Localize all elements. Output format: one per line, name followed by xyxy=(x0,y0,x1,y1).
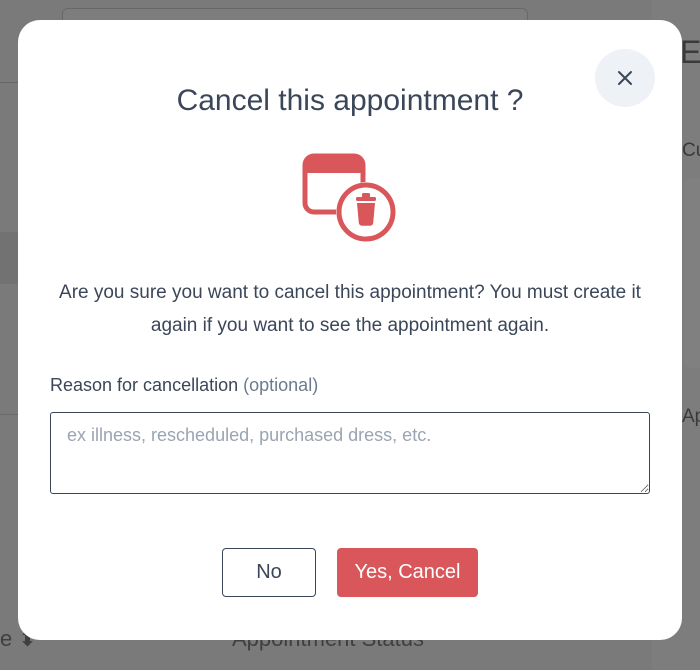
reason-label-text: Reason for cancellation xyxy=(50,375,239,395)
dialog-title: Cancel this appointment ? xyxy=(176,84,524,117)
background-panel-section-label: Ap xyxy=(682,406,700,427)
close-icon xyxy=(618,71,632,85)
reason-label: Reason for cancellation (optional) xyxy=(50,375,318,396)
calendar-trash-icon xyxy=(302,153,396,242)
no-button[interactable]: No xyxy=(222,548,316,597)
close-button[interactable] xyxy=(595,49,655,107)
reason-input[interactable] xyxy=(50,412,650,494)
background-panel-title: Ec xyxy=(680,34,700,70)
background-panel-section-label: Cu xyxy=(682,140,700,161)
reason-optional-hint: (optional) xyxy=(243,375,319,395)
confirmation-message: Are you sure you want to cancel this app… xyxy=(59,282,641,336)
background-panel-card xyxy=(684,178,700,368)
yes-cancel-button[interactable]: Yes, Cancel xyxy=(337,548,478,597)
cancel-appointment-dialog: Cancel this appointment ? Are you sure y… xyxy=(18,20,682,640)
